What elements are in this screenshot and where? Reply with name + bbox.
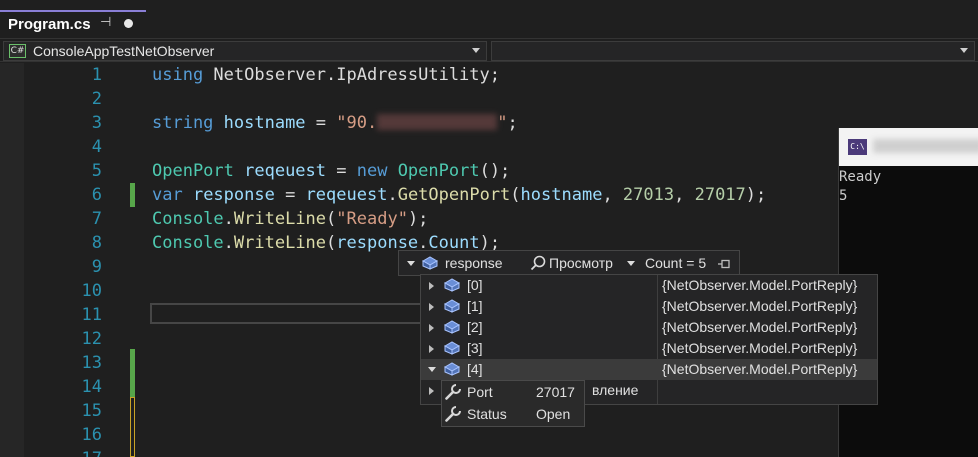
project-name: ConsoleAppTestNetObserver [33, 43, 215, 59]
line-number: 2 [91, 89, 102, 109]
change-marker-saved [130, 349, 135, 397]
code-line-1[interactable]: using NetObserver.IpAdressUtility; [152, 63, 500, 87]
item-value: {NetObserver.Model.PortReply} [662, 277, 858, 293]
change-marker-unsaved [130, 397, 135, 457]
code-line-3[interactable]: string hostname = "90. "; [152, 111, 518, 135]
code-line-5[interactable]: OpenPort reqeuest = new OpenPort(); [152, 159, 510, 183]
property-value: Open [536, 406, 571, 422]
line-number: 1 [91, 65, 102, 85]
item-name: [0] [467, 277, 483, 293]
nested-row-status[interactable]: Status Open [442, 404, 584, 425]
inline-placeholder-box [150, 303, 450, 324]
project-dropdown[interactable]: C# ConsoleAppTestNetObserver [3, 41, 487, 61]
object-icon [443, 320, 460, 334]
property-wrench-icon [445, 406, 461, 422]
pin-datatip-icon[interactable] [717, 258, 731, 270]
line-number: 16 [81, 425, 102, 445]
datatip-count: Count = 5 [645, 255, 707, 271]
item-name: [1] [467, 298, 483, 314]
search-icon[interactable] [530, 255, 546, 271]
console-output-line: Ready [839, 169, 882, 185]
pin-icon[interactable]: ⊣ [100, 15, 111, 30]
line-number: 15 [81, 401, 102, 421]
object-icon [443, 278, 460, 292]
expand-arrow-icon[interactable] [429, 345, 434, 353]
item-name: [2] [467, 319, 483, 335]
datatip-row-1[interactable]: [1] {NetObserver.Model.PortReply} [421, 296, 877, 317]
line-number: 5 [91, 161, 102, 181]
console-title-bar[interactable]: C:\ [839, 128, 978, 166]
raw-view-label: вление [592, 382, 639, 398]
chevron-down-icon[interactable] [627, 261, 635, 266]
line-number: 6 [91, 185, 102, 205]
line-number: 9 [91, 257, 102, 277]
code-line-7[interactable]: Console.WriteLine("Ready"); [152, 207, 428, 231]
nested-row-port[interactable]: Port 27017 [442, 382, 584, 403]
property-name: Status [467, 406, 507, 422]
tab-program-cs[interactable]: Program.cs ⊣ [0, 10, 146, 36]
line-number: 17 [40, 447, 102, 457]
datatip-variable-name: response [445, 255, 503, 271]
document-tab-strip: Program.cs ⊣ [0, 0, 978, 36]
line-number: 8 [91, 233, 102, 253]
datatip-row-0[interactable]: [0] {NetObserver.Model.PortReply} [421, 275, 877, 296]
expand-arrow-icon[interactable] [429, 282, 434, 290]
glyph-margin[interactable] [0, 63, 24, 457]
datatip-row-3[interactable]: [3] {NetObserver.Model.PortReply} [421, 338, 877, 359]
csharp-project-icon: C# [9, 44, 26, 58]
item-value: {NetObserver.Model.PortReply} [662, 361, 858, 377]
expand-arrow-icon[interactable] [429, 303, 434, 311]
line-number: 4 [91, 137, 102, 157]
datatip-header[interactable]: response Просмотр Count = 5 [398, 250, 740, 276]
collapse-arrow-icon[interactable] [428, 367, 436, 372]
line-number: 11 [81, 305, 102, 325]
visualizer-button[interactable]: Просмотр [549, 255, 613, 271]
line-number: 12 [81, 329, 102, 349]
object-icon [421, 256, 438, 270]
line-number: 10 [81, 281, 102, 301]
navigation-bar: C# ConsoleAppTestNetObserver [0, 38, 978, 62]
line-number: 14 [81, 377, 102, 397]
item-name: [4] [467, 361, 483, 377]
code-line-6[interactable]: var response = reqeuest.GetOpenPort(host… [152, 183, 766, 207]
modified-dot-icon[interactable] [124, 19, 133, 28]
console-app-icon: C:\ [848, 139, 867, 155]
item-value: {NetObserver.Model.PortReply} [662, 319, 858, 335]
member-dropdown[interactable] [491, 41, 975, 61]
item-value: {NetObserver.Model.PortReply} [662, 340, 858, 356]
console-title-redacted [873, 139, 978, 153]
property-value: 27017 [536, 384, 575, 400]
datatip-row-2[interactable]: [2] {NetObserver.Model.PortReply} [421, 317, 877, 338]
item-name: [3] [467, 340, 483, 356]
line-number: 13 [81, 353, 102, 373]
redacted-ip [377, 114, 498, 130]
object-icon [443, 299, 460, 313]
expand-arrow-icon[interactable] [429, 324, 434, 332]
item-value: {NetObserver.Model.PortReply} [662, 298, 858, 314]
nested-datatip[interactable]: Port 27017 Status Open [441, 380, 585, 427]
collapse-arrow-icon[interactable] [407, 261, 415, 266]
property-wrench-icon [445, 384, 461, 400]
chevron-down-icon[interactable] [472, 48, 480, 53]
expand-arrow-icon[interactable] [429, 387, 434, 395]
line-number: 3 [91, 113, 102, 133]
property-name: Port [467, 384, 493, 400]
object-icon [443, 341, 460, 355]
console-output-line: 5 [839, 188, 848, 204]
change-marker-saved [130, 183, 135, 207]
object-icon [443, 362, 460, 376]
line-number: 7 [91, 209, 102, 229]
chevron-down-icon[interactable] [960, 48, 968, 53]
datatip-row-4[interactable]: [4] {NetObserver.Model.PortReply} [421, 359, 877, 380]
tab-title: Program.cs [8, 15, 91, 33]
